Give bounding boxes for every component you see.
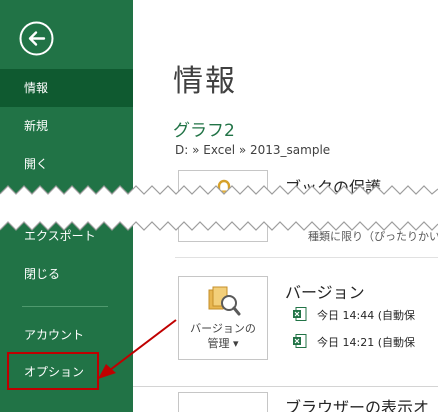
backstage-nav: 情報 新規 開く 上書き保存 エクスポート 閉じる アカウント オプション bbox=[0, 0, 133, 412]
versions-title: バージョン bbox=[285, 283, 365, 302]
version-entry-label: 今日 14:21 (自動保 bbox=[317, 336, 415, 349]
manage-versions-button[interactable]: バージョンの 管理 ▾ bbox=[178, 276, 268, 360]
page-title: 情報 bbox=[173, 64, 237, 99]
file-path[interactable]: D: » Excel » 2013_sample bbox=[175, 143, 330, 157]
section-divider bbox=[133, 386, 438, 387]
protect-title: ブックの保護 bbox=[285, 178, 382, 197]
protect-description: 種類に限り（ぴったりかい bbox=[308, 230, 438, 243]
nav-item-account[interactable]: アカウント bbox=[0, 316, 133, 354]
manage-versions-label-2: 管理 ▾ bbox=[207, 337, 239, 350]
protect-workbook-button[interactable] bbox=[178, 170, 268, 242]
manage-versions-label-1: バージョンの bbox=[190, 322, 256, 335]
versions-search-icon bbox=[208, 286, 241, 316]
excel-file-icon bbox=[293, 334, 307, 348]
backstage-view: 情報 新規 開く 上書き保存 エクスポート 閉じる アカウント オプション 情報… bbox=[0, 0, 438, 412]
info-pane: 情報 グラフ2 D: » Excel » 2013_sample ブックの保護 … bbox=[133, 0, 438, 412]
back-arrow-icon bbox=[19, 21, 54, 56]
lock-icon bbox=[215, 179, 233, 205]
browser-options-button[interactable] bbox=[178, 392, 268, 412]
file-name: グラフ2 bbox=[173, 121, 235, 141]
version-entry-label: 今日 14:44 (自動保 bbox=[317, 309, 415, 322]
nav-item-save[interactable]: 上書き保存 bbox=[0, 183, 133, 221]
section-divider bbox=[175, 257, 438, 258]
options-highlight-box bbox=[7, 352, 99, 390]
nav-item-export[interactable]: エクスポート bbox=[0, 217, 133, 255]
back-button[interactable] bbox=[18, 20, 55, 57]
nav-item-close[interactable]: 閉じる bbox=[0, 255, 133, 293]
nav-item-open[interactable]: 開く bbox=[0, 145, 133, 183]
browser-view-title: ブラウザーの表示オ bbox=[285, 398, 430, 412]
excel-file-icon bbox=[293, 307, 307, 321]
nav-item-info[interactable]: 情報 bbox=[0, 69, 133, 107]
nav-divider bbox=[22, 306, 108, 307]
nav-item-new[interactable]: 新規 bbox=[0, 107, 133, 145]
